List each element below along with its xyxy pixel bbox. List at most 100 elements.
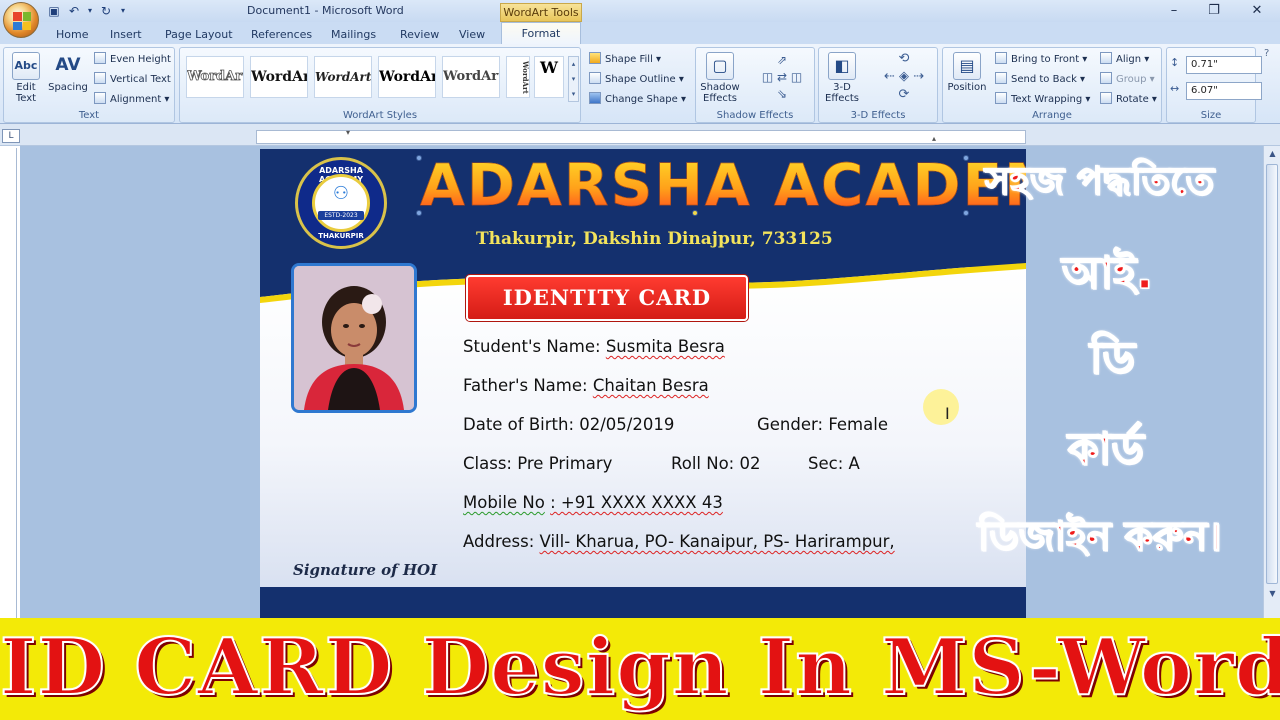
father-name-value: Chaitan Besra: [592, 376, 709, 395]
even-height-button[interactable]: Even Height: [94, 52, 171, 65]
even-height-icon: [94, 52, 106, 64]
mobile-label: Mobile No: [463, 493, 545, 512]
rotate-label: Rotate: [1116, 94, 1149, 105]
shadow-effects-button[interactable]: ▢ Shadow Effects: [698, 52, 742, 104]
size-label: Size: [1200, 110, 1222, 121]
vertical-text-button[interactable]: Vertical Text: [94, 72, 171, 85]
selection-handle[interactable]: [963, 210, 969, 216]
alignment-button[interactable]: Alignment ▾: [94, 92, 169, 105]
dob-field: Date of Birth: 02/05/2019: [463, 415, 675, 434]
vertical-ruler[interactable]: [3, 148, 17, 618]
academy-title-wordart[interactable]: ADARSHA ACADEMY: [420, 151, 1026, 220]
indent-marker-icon[interactable]: ▾: [346, 128, 354, 137]
bengali-caption-line-1: সহজ পদ্ধতিতে: [984, 158, 1215, 203]
id-card[interactable]: ADARSHA ACADEMY ⚇ ESTD-2023 THAKURPIR AD…: [260, 149, 1026, 618]
shape-fill-icon: [589, 52, 601, 64]
change-shape-button[interactable]: Change Shape ▾: [589, 92, 686, 105]
identity-card-badge: IDENTITY CARD: [466, 275, 748, 321]
undo-dropdown-icon[interactable]: ▾: [86, 3, 94, 19]
threed-effects-button[interactable]: ◧ 3-D Effects: [820, 52, 864, 104]
seal-emblem-icon: ⚇ ESTD-2023: [312, 174, 370, 232]
send-to-back-button[interactable]: Send to Back ▾: [995, 72, 1085, 85]
academy-seal: ADARSHA ACADEMY ⚇ ESTD-2023 THAKURPIR: [295, 157, 387, 249]
gender-field: Gender: Female: [757, 415, 888, 434]
shape-outline-label: Shape Outline: [605, 74, 676, 85]
tab-stop-selector[interactable]: L: [2, 129, 20, 143]
wordart-style-3[interactable]: WordArt: [314, 56, 372, 98]
wordart-style-1[interactable]: WordArt: [186, 56, 244, 98]
tab-page-layout[interactable]: Page Layout: [165, 25, 233, 44]
vertical-scrollbar[interactable]: ▲ ▼: [1263, 146, 1280, 618]
student-name-value: Susmita Besra: [605, 337, 725, 356]
bengali-caption-line-5: ডিজাইন করুন।: [977, 513, 1222, 560]
tab-view[interactable]: View: [459, 25, 485, 44]
group-button[interactable]: Group ▾: [1100, 72, 1155, 85]
group-icon: [1100, 72, 1112, 84]
card-footer-band: [260, 587, 1026, 618]
edit-text-button[interactable]: Abc Edit Text: [6, 52, 46, 104]
minimize-button[interactable]: –: [1160, 2, 1188, 20]
wordart-style-7[interactable]: W: [534, 56, 564, 98]
selection-handle[interactable]: [963, 155, 969, 161]
shadow-nudge-icons[interactable]: ⇗ ◫ ⇄ ◫ ⇘: [752, 52, 812, 104]
spacing-label: Spacing: [48, 82, 88, 93]
address-field: Address: Vill- Kharua, PO- Kanaipur, PS-…: [463, 532, 895, 551]
scroll-down-icon[interactable]: ▼: [1265, 586, 1280, 601]
text-wrapping-icon: [995, 92, 1007, 104]
position-button[interactable]: ▤ Position: [946, 52, 988, 93]
scroll-up-icon[interactable]: ▲: [1265, 146, 1280, 161]
tab-home[interactable]: Home: [56, 25, 88, 44]
customize-qat-icon[interactable]: ▾: [118, 3, 128, 19]
shadow-effects-label: Shadow Effects: [716, 110, 794, 121]
vertical-text-label: Vertical Text: [110, 74, 171, 85]
shape-outline-button[interactable]: Shape Outline ▾: [589, 72, 684, 85]
send-to-back-label: Send to Back: [1011, 74, 1077, 85]
shape-fill-button[interactable]: Shape Fill ▾: [589, 52, 661, 65]
help-icon[interactable]: ?: [1264, 48, 1269, 59]
tab-mailings[interactable]: Mailings: [331, 25, 376, 44]
seal-place: THAKURPIR: [318, 232, 364, 240]
shape-fill-label: Shape Fill: [605, 54, 653, 65]
mobile-field: Mobile No : +91 XXXX XXXX 43: [463, 493, 723, 512]
shape-height-input[interactable]: 0.71": [1186, 56, 1262, 74]
spacing-button[interactable]: AV Spacing: [46, 52, 90, 93]
office-button[interactable]: [3, 2, 39, 38]
bring-to-front-button[interactable]: Bring to Front ▾: [995, 52, 1087, 65]
wordart-style-4[interactable]: WordArt: [378, 56, 436, 98]
tab-references[interactable]: References: [251, 25, 312, 44]
text-wrapping-button[interactable]: Text Wrapping ▾: [995, 92, 1090, 105]
right-indent-marker-icon[interactable]: ▴: [932, 134, 940, 143]
academy-address: Thakurpir, Dakshin Dinajpur, 733125: [476, 229, 833, 249]
tab-format[interactable]: Format: [501, 22, 581, 44]
tab-review[interactable]: Review: [400, 25, 439, 44]
wordart-style-6[interactable]: WordArt: [506, 56, 530, 98]
selection-handle[interactable]: [416, 155, 422, 161]
align-button[interactable]: Align ▾: [1100, 52, 1149, 65]
shape-width-input[interactable]: 6.07": [1186, 82, 1262, 100]
rotate-button[interactable]: Rotate ▾: [1100, 92, 1157, 105]
selection-handle[interactable]: [416, 210, 422, 216]
redo-icon[interactable]: ↻: [98, 3, 114, 19]
even-height-label: Even Height: [110, 54, 171, 65]
tab-insert[interactable]: Insert: [110, 25, 142, 44]
threed-tilt-icons[interactable]: ⟲ ⇠ ◈ ⇢ ⟳: [872, 50, 936, 104]
rotate-icon: [1100, 92, 1112, 104]
undo-icon[interactable]: ↶: [66, 3, 82, 19]
threed-effects-label: 3-D Effects: [850, 110, 906, 121]
shadow-effects-icon: ▢: [706, 52, 734, 80]
close-button[interactable]: ✕: [1243, 2, 1271, 20]
horizontal-ruler[interactable]: [256, 130, 1026, 144]
edit-text-icon: Abc: [12, 52, 40, 80]
wordart-style-5[interactable]: WordArt: [442, 56, 500, 98]
shape-outline-icon: [589, 72, 601, 84]
wordart-gallery-scroll[interactable]: ▴ ▾ ▾: [568, 56, 579, 102]
student-name-label: Student's Name:: [463, 337, 601, 356]
save-icon[interactable]: ▣: [46, 3, 62, 19]
selection-handle[interactable]: [692, 210, 698, 216]
window-title: Document1 - Microsoft Word: [247, 4, 404, 17]
text-wrapping-label: Text Wrapping: [1011, 94, 1083, 105]
vertical-text-icon: [94, 72, 106, 84]
wordart-style-2[interactable]: WordArt: [250, 56, 308, 98]
restore-button[interactable]: ❐: [1200, 2, 1228, 20]
scroll-thumb[interactable]: [1266, 164, 1278, 584]
